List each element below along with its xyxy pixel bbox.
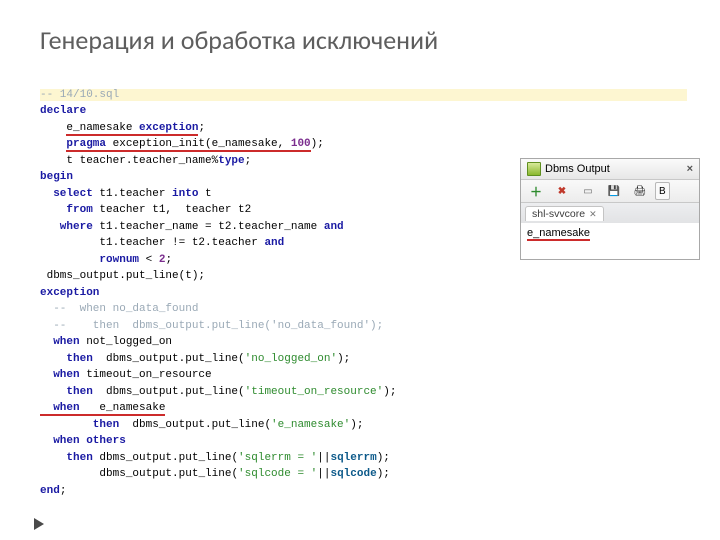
panel-toolbar: ＋ ✖ ▭ 💾 🖨 B — [521, 180, 699, 203]
tab-close-icon[interactable]: ✕ — [589, 209, 597, 220]
connection-tabs: shl-svvcore ✕ — [521, 203, 699, 223]
buffer-button[interactable]: B — [655, 182, 670, 200]
output-line: e_namesake — [527, 227, 590, 241]
plsql-code: -- 14/10.sql declare e_namesake exceptio… — [40, 70, 680, 499]
slide-title: Генерация и обработка исключений — [40, 24, 680, 56]
save-icon[interactable]: 💾 — [603, 182, 625, 200]
panel-title: Dbms Output — [545, 163, 610, 175]
kw-exception: exception — [40, 287, 99, 299]
underline-exc-decl: e_namesake exception — [66, 122, 198, 136]
remove-icon[interactable]: ✖ — [551, 182, 573, 200]
dbms-output-icon — [527, 162, 541, 176]
panel-header: Dbms Output × — [521, 159, 699, 180]
add-icon[interactable]: ＋ — [525, 182, 547, 200]
output-body: e_namesake — [521, 223, 699, 259]
print-icon[interactable]: 🖨 — [629, 182, 651, 200]
slide-nav-icon[interactable] — [34, 518, 44, 530]
dbms-output-panel: Dbms Output × ＋ ✖ ▭ 💾 🖨 B shl-svvcore ✕ … — [520, 158, 700, 260]
kw-end: end — [40, 485, 60, 497]
kw-declare: declare — [40, 105, 86, 117]
underline-when-ename: when e_namesake — [40, 402, 165, 416]
tab-label: shl-svvcore — [532, 208, 585, 220]
clear-icon[interactable]: ▭ — [577, 182, 599, 200]
code-comment: -- 14/10.sql — [40, 89, 119, 101]
close-icon[interactable]: × — [687, 163, 693, 175]
underline-pragma: pragma exception_init(e_namesake, 100 — [66, 138, 310, 152]
kw-begin: begin — [40, 171, 73, 183]
connection-tab[interactable]: shl-svvcore ✕ — [525, 206, 604, 221]
